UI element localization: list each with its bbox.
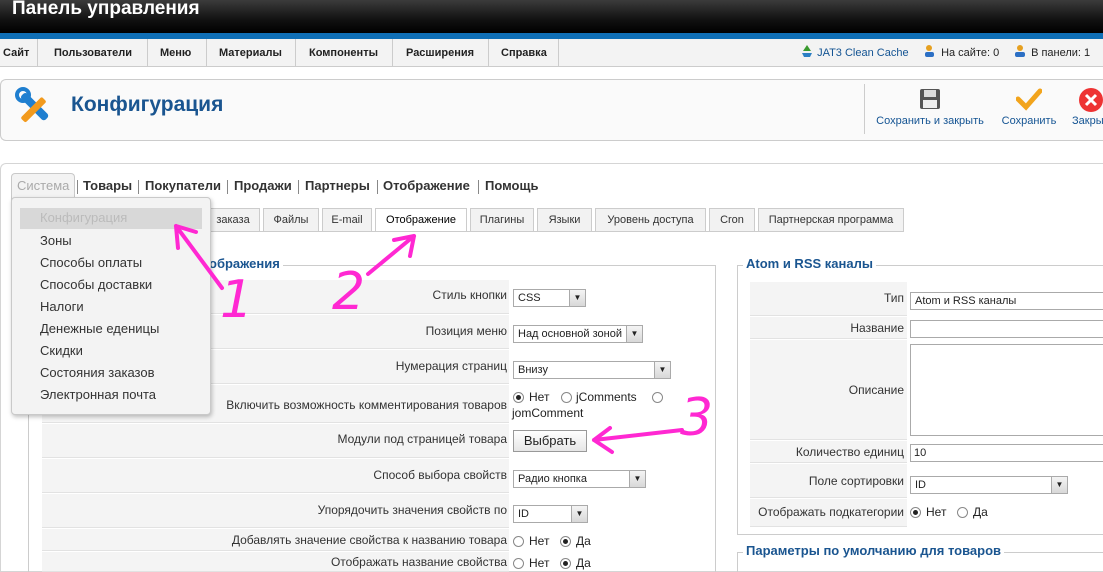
annotation-number-1: 1 [220, 270, 254, 330]
annotation-number-2: 2 [332, 262, 366, 322]
arrow-2-icon [366, 234, 416, 276]
arrow-1-icon [174, 224, 224, 290]
admin-page: Панель управления Сайт Пользователи Меню… [0, 0, 1103, 572]
arrow-3-icon [592, 426, 684, 454]
annotation-number-3: 3 [680, 388, 714, 448]
annotation-arrows [174, 224, 684, 454]
